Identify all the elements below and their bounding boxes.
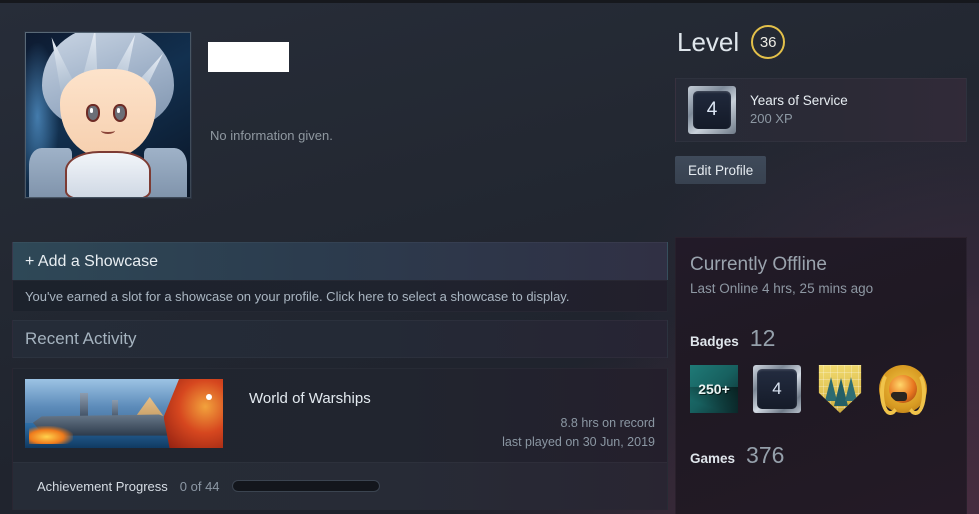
badge-250-plus-icon[interactable]: 250+ — [690, 365, 738, 413]
years-of-service-xp: 200 XP — [750, 111, 793, 126]
online-status-title: Currently Offline — [690, 254, 827, 275]
recent-activity-header: Recent Activity — [12, 320, 668, 358]
level-row[interactable]: Level 36 — [675, 20, 967, 64]
years-of-service-card[interactable]: 4 Years of Service 200 XP — [675, 78, 967, 142]
avatar-eye-right — [112, 104, 127, 123]
years-of-service-badge-icon: 4 — [688, 86, 736, 134]
avatar-eye-left — [86, 104, 101, 123]
game-meta: World of Warships 8.8 hrs on record last… — [223, 379, 655, 449]
level-value-badge: 36 — [751, 25, 786, 59]
game-card[interactable]: World of Warships 8.8 hrs on record last… — [12, 368, 668, 510]
game-row: World of Warships 8.8 hrs on record last… — [25, 379, 655, 449]
years-of-service-badge-number: 4 — [693, 91, 731, 129]
achievement-progress-label: Achievement Progress — [37, 478, 168, 494]
level-label: Level — [677, 26, 740, 57]
badges-count: 12 — [749, 325, 776, 351]
avatar[interactable] — [25, 32, 191, 198]
badges-label: Badges — [690, 334, 739, 349]
avatar-face — [60, 69, 156, 158]
recent-activity-section: Recent Activity World of Warships 8.8 hr… — [12, 320, 668, 510]
game-last-played: last played on 30 Jun, 2019 — [502, 435, 655, 449]
capsule-fire — [28, 425, 73, 444]
games-stat-row[interactable]: Games 376 — [690, 442, 952, 469]
badge-250-plus-label: 250+ — [698, 381, 730, 397]
edit-profile-button[interactable]: Edit Profile — [675, 156, 767, 184]
last-online-text: Last Online 4 hrs, 25 mins ago — [690, 281, 874, 296]
achievement-progress-bar — [231, 480, 380, 492]
profile-header: No information given. — [12, 20, 668, 220]
achievement-progress-row[interactable]: Achievement Progress 0 of 44 — [13, 462, 667, 509]
avatar-image — [26, 33, 190, 197]
games-count: 376 — [746, 442, 785, 468]
medal-center — [888, 374, 918, 404]
add-showcase-button[interactable]: + Add a Showcase — [12, 242, 668, 280]
badges-stat-row[interactable]: Badges 12 — [690, 325, 952, 352]
badge-list: 250+ 4 — [690, 365, 952, 416]
status-panel: Currently Offline Last Online 4 hrs, 25 … — [675, 237, 967, 514]
avatar-mouth — [101, 128, 115, 134]
game-stats: 8.8 hrs on record last played on 30 Jun,… — [502, 414, 655, 452]
years-of-service-title: Years of Service — [750, 93, 848, 108]
profile-left-column: No information given. + Add a Showcase Y… — [12, 20, 668, 510]
game-capsule-image[interactable] — [25, 379, 223, 448]
persona-name-block — [208, 42, 628, 72]
avatar-collar — [65, 151, 151, 197]
profile-summary: No information given. — [210, 128, 333, 143]
top-bar — [0, 0, 979, 3]
capsule-ship-mast — [112, 399, 119, 418]
game-title-link[interactable]: World of Warships — [249, 390, 655, 407]
showcase-hint[interactable]: You've earned a slot for a showcase on y… — [12, 280, 668, 312]
badge-forest-shield-icon[interactable] — [818, 365, 862, 413]
achievement-progress-count: 0 of 44 — [179, 478, 220, 494]
persona-name-redacted — [208, 42, 289, 72]
capsule-ship-mast — [80, 392, 89, 417]
profile-right-column: Level 36 4 Years of Service 200 XP Edit … — [675, 20, 967, 184]
years-of-service-text: Years of Service 200 XP — [736, 92, 848, 128]
badge-years-of-service-number: 4 — [757, 369, 797, 409]
games-label: Games — [690, 451, 736, 466]
game-hours: 8.8 hrs on record — [560, 416, 656, 430]
badge-years-of-service-icon[interactable]: 4 — [753, 365, 801, 413]
badge-laurel-medal-icon[interactable] — [879, 365, 927, 416]
shield-tree-icon — [844, 377, 857, 402]
capsule-dragon-eye — [206, 394, 213, 401]
showcase-section: + Add a Showcase You've earned a slot fo… — [12, 242, 668, 312]
